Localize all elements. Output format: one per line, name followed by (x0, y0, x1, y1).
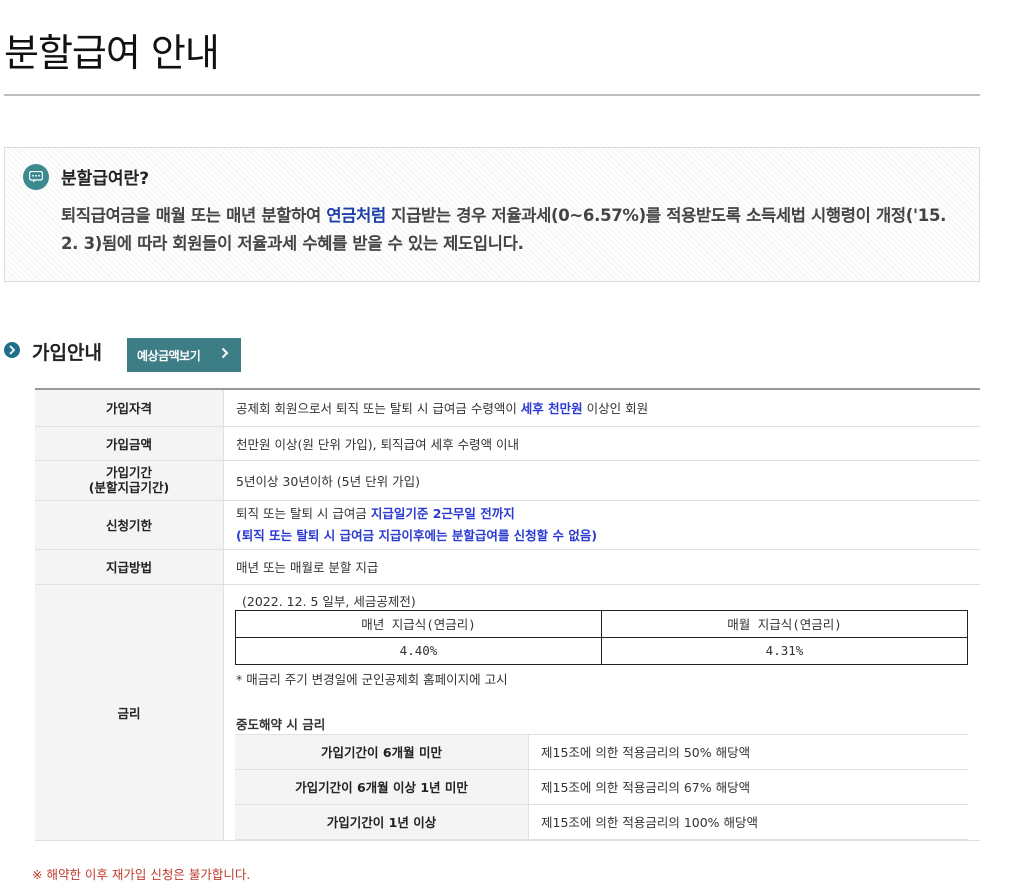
row-label-rate: 금리 (35, 584, 224, 841)
section-label: 가입안내 (32, 342, 102, 364)
rate-basis-note: (2022. 12. 5 일부, 세금공제전) (242, 593, 416, 609)
early-termination-heading: 중도해약 시 금리 (236, 716, 326, 732)
monthly-rate-value: 4.31% (601, 636, 968, 665)
deadline-value: 퇴직 또는 탈퇴 시 급여금 지급일기준 2근무일 전까지 (퇴직 또는 탈퇴 시… (223, 500, 980, 550)
table-row: 가입기간이 6개월 이상 1년 미만 제15조에 의한 적용금리의 67% 해당… (235, 768, 968, 805)
method-value: 매년 또는 매월로 분할 지급 (223, 549, 980, 585)
rate-value-cell: (2022. 12. 5 일부, 세금공제전) 매년 지급식(연금리) 매월 지… (223, 584, 980, 841)
mid-period: 가입기간이 1년 이상 (235, 803, 529, 840)
annual-rate-header: 매년 지급식(연금리) (235, 609, 602, 638)
amount-value: 천만원 이상(원 단위 가입), 퇴직급여 세후 수령액 이내 (223, 426, 980, 461)
info-highlight: 연금처럼 (326, 206, 386, 225)
reenrollment-warning: ※ 해약한 이후 재가입 신청은 불가합니다. (32, 867, 251, 882)
chevron-right-circle-icon (4, 342, 20, 358)
info-description: 퇴직급여금을 매월 또는 매년 분할하여 연금처럼 지급받는 경우 저율과세(0… (61, 206, 947, 253)
rate-table: 매년 지급식(연금리) 매월 지급식(연금리) 4.40% 4.31% (235, 609, 968, 665)
chevron-right-icon (221, 347, 229, 359)
page-title: 분할급여 안내 (4, 31, 220, 75)
info-heading: 분할급여란? (61, 169, 150, 189)
table-row: 가입금액 천만원 이상(원 단위 가입), 퇴직급여 세후 수령액 이내 (35, 426, 980, 461)
mid-rate: 제15조에 의한 적용금리의 67% 해당액 (528, 768, 968, 805)
mid-period: 가입기간이 6개월 이상 1년 미만 (235, 768, 529, 805)
table-row: 가입기간 (분할지급기간) 5년이상 30년이하 (5년 단위 가입) (35, 460, 980, 501)
rate-notice: * 매금리 주기 변경일에 군인공제회 홈페이지에 고시 (236, 671, 508, 687)
table-row: 신청기한 퇴직 또는 탈퇴 시 급여금 지급일기준 2근무일 전까지 (퇴직 또는… (35, 500, 980, 550)
title-divider (4, 94, 980, 96)
mid-rate: 제15조에 의한 적용금리의 50% 해당액 (528, 733, 968, 770)
row-label-deadline: 신청기한 (35, 500, 224, 550)
qualification-value: 공제회 회원으로서 퇴직 또는 탈퇴 시 급여금 수령액이 세후 천만원 이상인… (223, 389, 980, 427)
table-row: 금리 (2022. 12. 5 일부, 세금공제전) 매년 지급식(연금리) 매… (35, 584, 980, 841)
table-row: 가입기간이 6개월 미만 제15조에 의한 적용금리의 50% 해당액 (235, 733, 968, 770)
row-label-method: 지급방법 (35, 549, 224, 585)
annual-rate-value: 4.40% (235, 636, 602, 665)
join-info-table: 가입자격 공제회 회원으로서 퇴직 또는 탈퇴 시 급여금 수령액이 세후 천만… (35, 388, 980, 841)
row-label-period: 가입기간 (분할지급기간) (35, 460, 224, 501)
estimate-amount-button[interactable]: 예상금액보기 (127, 338, 241, 372)
row-label-qualification: 가입자격 (35, 389, 224, 427)
info-box: 분할급여란? 퇴직급여금을 매월 또는 매년 분할하여 연금처럼 지급받는 경우… (4, 147, 980, 282)
monthly-rate-header: 매월 지급식(연금리) (601, 609, 968, 638)
speech-bubble-icon (23, 164, 49, 190)
period-value: 5년이상 30년이하 (5년 단위 가입) (223, 460, 980, 501)
table-row: 가입기간이 1년 이상 제15조에 의한 적용금리의 100% 해당액 (235, 803, 968, 840)
mid-period: 가입기간이 6개월 미만 (235, 733, 529, 770)
table-row: 지급방법 매년 또는 매월로 분할 지급 (35, 549, 980, 585)
row-label-amount: 가입금액 (35, 426, 224, 461)
table-row: 가입자격 공제회 회원으로서 퇴직 또는 탈퇴 시 급여금 수령액이 세후 천만… (35, 389, 980, 427)
mid-rate: 제15조에 의한 적용금리의 100% 해당액 (528, 803, 968, 840)
early-termination-table: 가입기간이 6개월 미만 제15조에 의한 적용금리의 50% 해당액 가입기간… (235, 733, 968, 840)
